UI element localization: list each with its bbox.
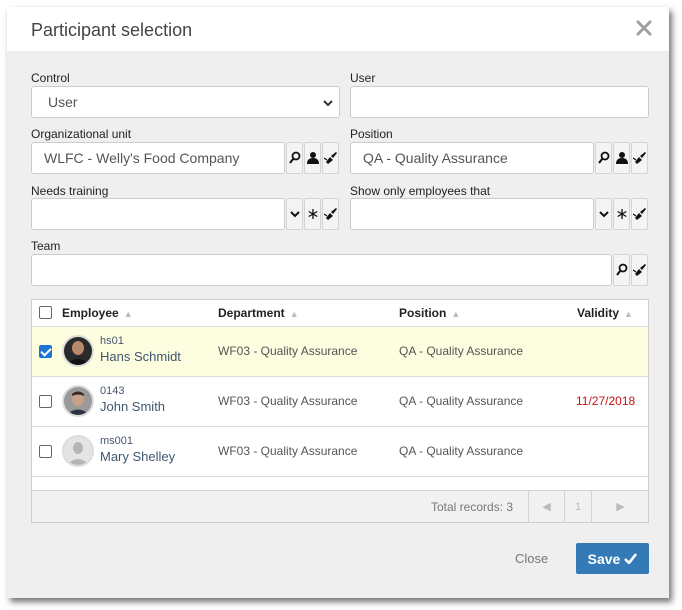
chevron-down-icon (598, 210, 609, 218)
needs-training-all-button[interactable] (304, 198, 321, 230)
needs-training-clear-button[interactable] (322, 198, 339, 230)
user-label: User (350, 71, 376, 85)
empty-row (32, 476, 648, 490)
needs-training-input[interactable] (31, 198, 285, 230)
employee-name[interactable]: Mary Shelley (100, 449, 175, 464)
grid-header: Employee ▲︎ Department ▲︎ Position ▲︎ Valid… (32, 300, 648, 326)
row-checkbox[interactable] (39, 445, 52, 458)
org-unit-label: Organizational unit (31, 127, 132, 141)
user-icon (306, 151, 319, 165)
position-search-button[interactable] (595, 142, 612, 174)
team-clear-button[interactable] (631, 254, 648, 286)
show-only-label: Show only employees that (350, 184, 491, 198)
position-cell: QA - Quality Assurance (399, 394, 524, 408)
dialog-title: Participant selection (31, 20, 193, 40)
employee-code: 0143 (100, 385, 125, 397)
row-checkbox[interactable] (39, 345, 52, 358)
eraser-icon (632, 263, 647, 277)
search-icon (597, 151, 610, 165)
team-search-button[interactable] (613, 254, 630, 286)
team-input[interactable] (31, 254, 612, 286)
sort-icon: ▲︎ (624, 309, 633, 319)
employee-name[interactable]: John Smith (100, 399, 165, 414)
chevron-down-icon (289, 210, 300, 218)
eraser-icon (323, 207, 338, 221)
org-unit-search-button[interactable] (286, 142, 303, 174)
control-select[interactable]: User (31, 86, 340, 118)
column-validity[interactable]: Validity ▲︎ (577, 306, 633, 320)
org-unit-input[interactable]: WLFC - Welly's Food Company (31, 142, 285, 174)
chevron-down-icon (323, 88, 333, 130)
eraser-icon (323, 151, 338, 165)
dialog-header: Participant selection (7, 7, 669, 51)
avatar (62, 385, 94, 417)
caret-right-icon: ▶︎ (616, 501, 625, 513)
save-button[interactable]: Save (576, 543, 649, 574)
select-all-checkbox[interactable] (39, 306, 52, 319)
search-icon (615, 263, 628, 277)
org-unit-clear-button[interactable] (322, 142, 339, 174)
control-label: Control (31, 71, 70, 85)
column-department[interactable]: Department ▲︎ (218, 306, 299, 320)
eraser-icon (632, 151, 647, 165)
user-icon (615, 151, 628, 165)
department-cell: WF03 - Quality Assurance (218, 444, 358, 458)
avatar (62, 335, 94, 367)
show-only-clear-button[interactable] (631, 198, 648, 230)
total-records: Total records: 3 (431, 500, 514, 514)
user-input[interactable] (350, 86, 649, 118)
table-row[interactable]: ms001 Mary Shelley WF03 - Quality Assura… (32, 426, 648, 476)
checkmark-icon (624, 551, 638, 567)
page-number[interactable]: 1 (564, 491, 591, 522)
caret-left-icon: ◀︎ (542, 501, 551, 513)
position-cell: QA - Quality Assurance (399, 444, 524, 458)
column-position[interactable]: Position ▲︎ (399, 306, 460, 320)
asterisk-icon (616, 209, 627, 219)
team-label: Team (31, 239, 61, 253)
position-label: Position (350, 127, 393, 141)
avatar (62, 435, 94, 467)
employee-code: ms001 (100, 435, 134, 447)
show-only-all-button[interactable] (613, 198, 630, 230)
department-cell: WF03 - Quality Assurance (218, 394, 358, 408)
next-page-button[interactable]: ▶︎ (591, 491, 649, 522)
employee-code: hs01 (100, 335, 124, 347)
asterisk-icon (307, 209, 318, 219)
org-unit-user-button[interactable] (304, 142, 321, 174)
control-value: User (48, 94, 78, 110)
grid-footer: Total records: 3 ◀︎ 1 ▶︎ (32, 490, 648, 522)
column-employee[interactable]: Employee ▲︎ (62, 306, 133, 320)
previous-page-button[interactable]: ◀︎ (528, 491, 564, 522)
position-input[interactable]: QA - Quality Assurance (350, 142, 594, 174)
close-button[interactable]: Close (515, 551, 548, 566)
department-cell: WF03 - Quality Assurance (218, 344, 358, 358)
position-clear-button[interactable] (631, 142, 648, 174)
row-checkbox[interactable] (39, 395, 52, 408)
search-icon (288, 151, 301, 165)
show-only-dropdown-button[interactable] (595, 198, 612, 230)
validity-cell: 11/27/2018 (576, 394, 636, 408)
sort-icon: ▲︎ (289, 309, 299, 319)
sort-icon: ▲︎ (451, 309, 461, 319)
eraser-icon (632, 207, 647, 221)
close-icon[interactable] (633, 17, 655, 39)
employee-grid: Employee ▲︎ Department ▲︎ Position ▲︎ Valid… (31, 299, 649, 523)
table-row[interactable]: 0143 John Smith WF03 - Quality Assurance… (32, 376, 648, 426)
needs-training-dropdown-button[interactable] (286, 198, 303, 230)
position-user-button[interactable] (613, 142, 630, 174)
participant-selection-dialog: Participant selection Control User User … (7, 7, 669, 598)
employee-name[interactable]: Hans Schmidt (100, 349, 181, 364)
show-only-input[interactable] (350, 198, 594, 230)
table-row[interactable]: hs01 Hans Schmidt WF03 - Quality Assuran… (32, 326, 648, 376)
position-cell: QA - Quality Assurance (399, 344, 524, 358)
sort-icon: ▲︎ (123, 309, 133, 319)
needs-training-label: Needs training (31, 184, 109, 198)
